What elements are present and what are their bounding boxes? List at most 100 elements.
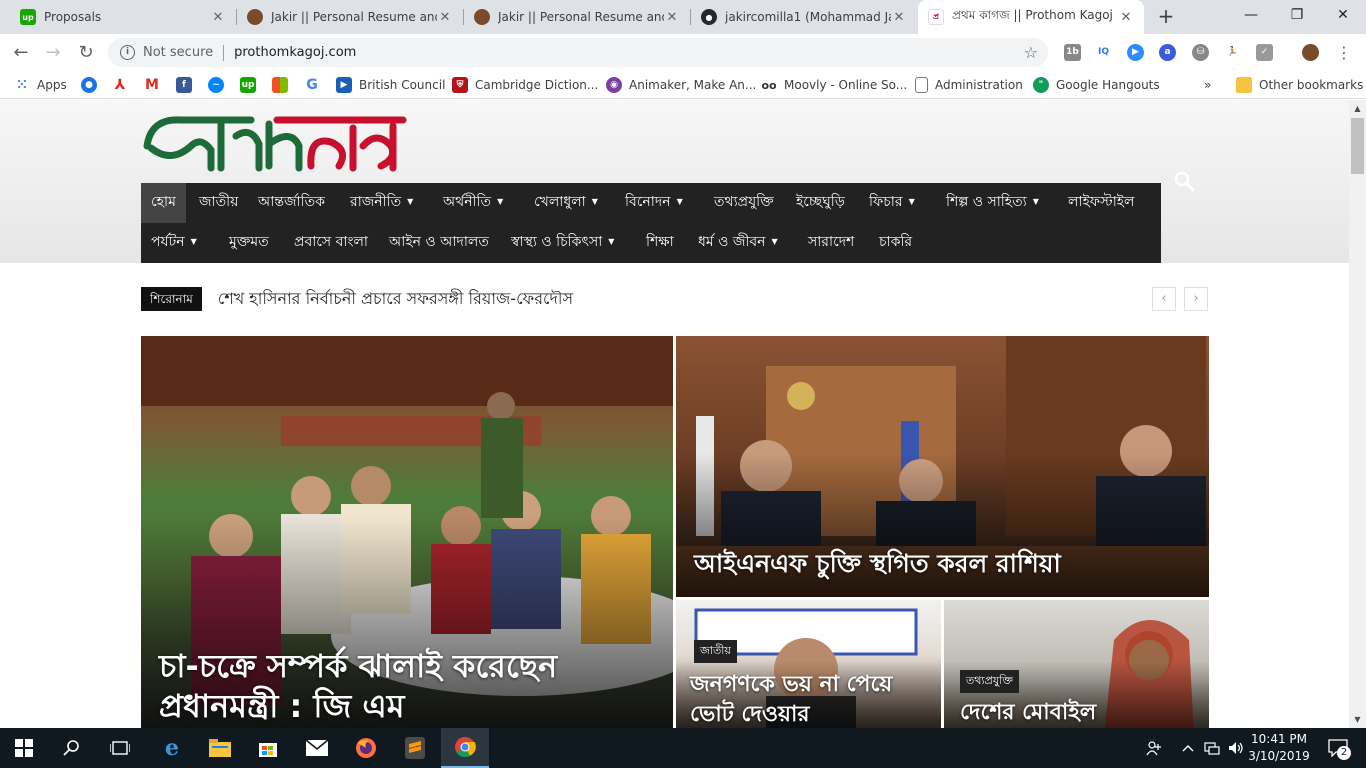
bookmarks-overflow-button[interactable]: » xyxy=(1204,76,1211,94)
profile-avatar[interactable] xyxy=(1302,44,1319,61)
tab-github[interactable]: ● jakircomilla1 (Mohammad Jakir ✕ xyxy=(691,0,917,34)
minimize-icon[interactable]: — xyxy=(1228,0,1274,34)
extension-runner-icon[interactable]: 🏃 xyxy=(1224,44,1241,61)
nav-jobs[interactable]: চাকরি xyxy=(869,223,922,263)
featured-bottom-left-headline[interactable]: জনগণকে ভয় না পেয়ে ভোট দেওয়ার xyxy=(690,670,930,728)
file-explorer-icon[interactable] xyxy=(196,728,244,768)
featured-top-right-card[interactable]: আইএনএফ চুক্তি স্থগিত করল রাশিয়া xyxy=(676,336,1209,597)
nav-icchhe-ghuri[interactable]: ইচ্ছেঘুড়ি xyxy=(786,183,855,223)
new-tab-button[interactable]: + xyxy=(1154,5,1178,29)
other-bookmarks[interactable]: Other bookmarks xyxy=(1236,76,1363,94)
extension-check-icon[interactable]: ✓ xyxy=(1256,44,1273,61)
nav-law-court[interactable]: আইন ও আদালত xyxy=(379,223,499,263)
bookmark-acrobat[interactable]: ⅄ xyxy=(112,76,128,94)
firefox-icon[interactable] xyxy=(342,728,390,768)
bookmark-hangouts[interactable]: " Google Hangouts xyxy=(1033,76,1160,94)
sublime-text-icon[interactable] xyxy=(391,728,439,768)
nav-education[interactable]: শিক্ষা xyxy=(636,223,684,263)
featured-bottom-left-card[interactable]: জাতীয় জনগণকে ভয় না পেয়ে ভোট দেওয়ার xyxy=(676,600,941,728)
tab-close-icon[interactable]: ✕ xyxy=(210,10,226,25)
ticker-next-button[interactable]: › xyxy=(1184,287,1208,311)
bookmark-british-council[interactable]: ▶ British Council xyxy=(336,76,445,94)
nav-sports[interactable]: খেলাধুলা ▼ xyxy=(524,183,608,223)
nav-international[interactable]: আন্তর্জাতিক xyxy=(248,183,335,223)
bookmark-star-icon[interactable]: ☆ xyxy=(1024,43,1038,62)
nav-art-literature[interactable]: শিল্প ও সাহিত্য ▼ xyxy=(936,183,1049,223)
nav-entertainment[interactable]: বিনোদন ▼ xyxy=(615,183,693,223)
chrome-icon[interactable] xyxy=(441,728,489,768)
address-bar[interactable]: i Not secure prothomkagoj.com ☆ xyxy=(108,38,1048,67)
restore-icon[interactable]: ❐ xyxy=(1274,0,1320,34)
bookmark-messenger[interactable]: ~ xyxy=(208,76,224,94)
system-clock[interactable]: 10:41 PM 3/10/2019 xyxy=(1246,731,1312,765)
featured-bottom-right-card[interactable]: তথ্যপ্রযুক্তি দেশের মোবাইল xyxy=(944,600,1209,728)
extension-a-icon[interactable]: a xyxy=(1159,44,1176,61)
notifications-icon[interactable]: 2 xyxy=(1318,728,1358,768)
nav-home[interactable]: হোম xyxy=(141,183,186,223)
search-icon[interactable] xyxy=(1173,170,1195,192)
search-icon[interactable] xyxy=(48,728,96,768)
close-window-icon[interactable]: ✕ xyxy=(1320,0,1366,34)
tab-resume-2[interactable]: Jakir || Personal Resume and Po ✕ xyxy=(464,0,690,34)
menu-icon[interactable]: ⋮ xyxy=(1331,40,1357,66)
bookmark-apps[interactable]: ⁙ Apps xyxy=(14,76,67,94)
tab-close-icon[interactable]: ✕ xyxy=(664,10,680,25)
network-icon[interactable] xyxy=(1202,728,1222,768)
featured-main-headline[interactable]: চা-চক্রে সম্পর্ক ঝালাই করেছেন প্রধানমন্ত… xyxy=(159,646,579,726)
category-badge[interactable]: জাতীয় xyxy=(694,640,737,663)
page-scrollbar[interactable]: ▲ ▼ xyxy=(1349,100,1366,728)
extension-iq-icon[interactable]: IQ xyxy=(1095,44,1112,61)
nav-feature[interactable]: ফিচার ▼ xyxy=(859,183,925,223)
ticker-headline[interactable]: শেখ হাসিনার নির্বাচনী প্রচারে সফরসঙ্গী র… xyxy=(218,286,573,313)
bookmark-gmail[interactable]: M xyxy=(144,76,160,94)
tab-close-icon[interactable]: ✕ xyxy=(437,10,453,25)
back-icon[interactable]: ← xyxy=(8,40,34,66)
tab-prothom-kagoj[interactable]: প্র প্রথম কাগজ || Prothom Kagoj ✕ xyxy=(918,0,1144,34)
site-logo[interactable] xyxy=(141,106,407,180)
ticker-prev-button[interactable]: ‹ xyxy=(1152,287,1176,311)
forward-icon[interactable]: → xyxy=(40,40,66,66)
nav-tourism[interactable]: পর্যটন ▼ xyxy=(141,223,207,263)
info-icon[interactable]: i xyxy=(120,45,135,60)
featured-bottom-right-headline[interactable]: দেশের মোবাইল xyxy=(960,698,1200,728)
nav-lifestyle[interactable]: লাইফস্টাইল xyxy=(1058,183,1145,223)
bookmark-account[interactable]: ● xyxy=(81,76,97,94)
mail-icon[interactable] xyxy=(293,728,341,768)
scroll-down-icon[interactable]: ▼ xyxy=(1349,711,1366,728)
bookmark-animaker[interactable]: ◉ Animaker, Make An... xyxy=(606,76,756,94)
zoom-icon[interactable]: ▶ xyxy=(1127,44,1144,61)
bookmark-cambridge[interactable]: ⛨ Cambridge Diction... xyxy=(452,76,598,94)
reload-icon[interactable]: ↻ xyxy=(73,40,99,66)
featured-main-card[interactable]: চা-চক্রে সম্পর্ক ঝালাই করেছেন প্রধানমন্ত… xyxy=(141,336,673,728)
bookmark-facebook[interactable]: f xyxy=(176,76,192,94)
bookmark-moovly[interactable]: oo Moovly - Online So... xyxy=(761,76,907,94)
nav-politics[interactable]: রাজনীতি ▼ xyxy=(340,183,423,223)
nav-opinion[interactable]: মুক্তমত xyxy=(219,223,279,263)
bookmark-microsoft[interactable] xyxy=(272,76,288,94)
windows-start-icon[interactable] xyxy=(0,728,48,768)
extension-1b-icon[interactable]: 1b xyxy=(1064,44,1081,61)
volume-icon[interactable] xyxy=(1226,728,1246,768)
store-icon[interactable] xyxy=(244,728,292,768)
bookmark-administration[interactable]: Administration xyxy=(915,76,1023,94)
tab-close-icon[interactable]: ✕ xyxy=(1118,10,1134,25)
nav-probashe-bangla[interactable]: প্রবাসে বাংলা xyxy=(284,223,378,263)
category-badge[interactable]: তথ্যপ্রযুক্তি xyxy=(960,670,1019,693)
scroll-up-icon[interactable]: ▲ xyxy=(1349,100,1366,117)
task-view-icon[interactable] xyxy=(96,728,144,768)
edge-icon[interactable]: e xyxy=(148,728,196,768)
nav-national[interactable]: জাতীয় xyxy=(189,183,248,223)
tab-close-icon[interactable]: ✕ xyxy=(891,10,907,25)
nav-religion[interactable]: ধর্ম ও জীবন ▼ xyxy=(688,223,788,263)
tab-resume-1[interactable]: Jakir || Personal Resume and Po ✕ xyxy=(237,0,463,34)
nav-economy[interactable]: অর্থনীতি ▼ xyxy=(433,183,513,223)
nav-countrywide[interactable]: সারাদেশ xyxy=(798,223,864,263)
tab-proposals[interactable]: up Proposals ✕ xyxy=(10,0,236,34)
extension-db-icon[interactable]: ⛁ xyxy=(1192,44,1209,61)
url-text[interactable]: prothomkagoj.com xyxy=(234,45,356,60)
people-icon[interactable] xyxy=(1142,728,1166,768)
scroll-thumb[interactable] xyxy=(1351,118,1364,174)
nav-health[interactable]: স্বাস্থ্য ও চিকিৎসা ▼ xyxy=(501,223,624,263)
featured-top-right-headline[interactable]: আইএনএফ চুক্তি স্থগিত করল রাশিয়া xyxy=(694,548,1174,580)
nav-technology[interactable]: তথ্যপ্রযুক্তি xyxy=(704,183,784,223)
